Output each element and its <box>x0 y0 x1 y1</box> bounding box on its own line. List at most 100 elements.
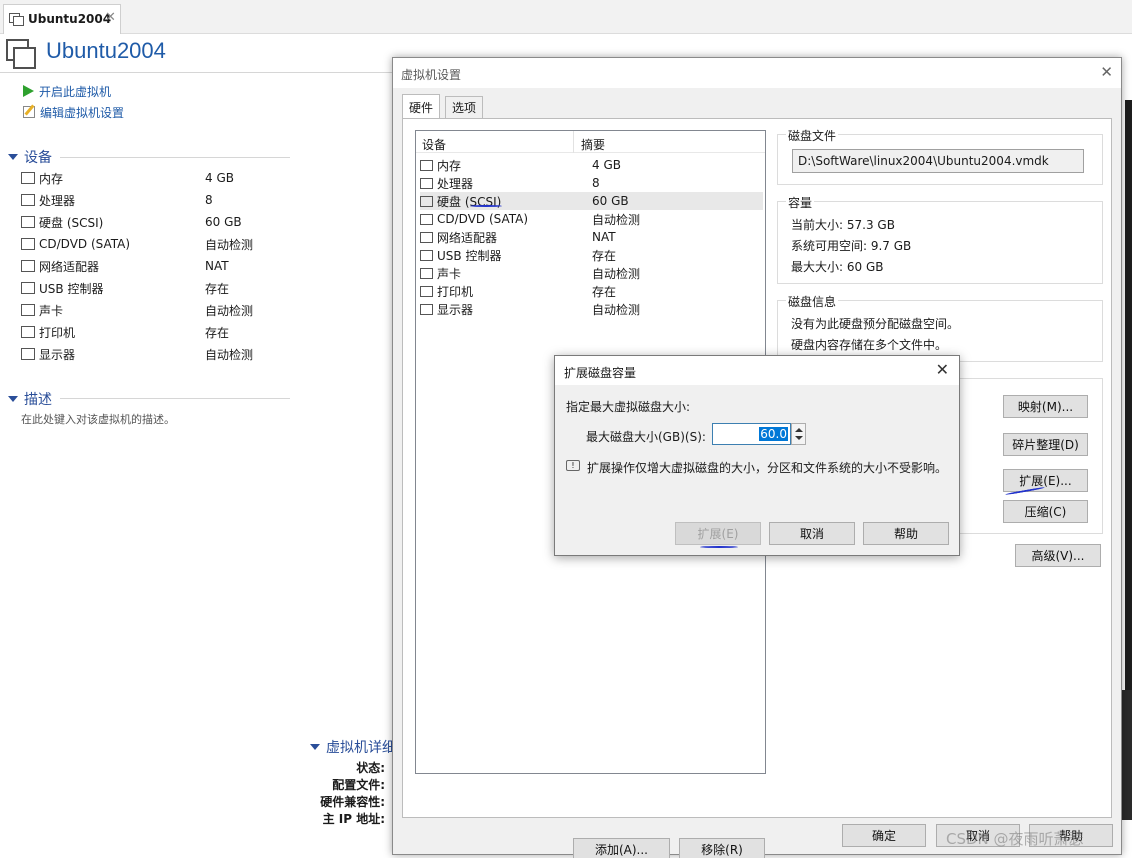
device-name: 打印机 <box>39 325 76 340</box>
details-section-header[interactable]: 虚拟机详细 <box>310 737 396 757</box>
map-button[interactable]: 映射(M)... <box>1003 395 1088 418</box>
device-row[interactable]: 网络适配器 NAT <box>21 256 291 276</box>
max-size-input[interactable]: 60.0 <box>712 423 791 445</box>
status-label: 状态: <box>356 761 385 775</box>
capacity-label: 容量 <box>786 194 815 211</box>
device-value: 自动检测 <box>205 347 254 362</box>
size-stepper[interactable] <box>791 423 806 445</box>
device-value: 自动检测 <box>205 303 254 318</box>
tab-ubuntu2004[interactable]: Ubuntu2004 ✕ <box>3 4 121 34</box>
device-name: 处理器 <box>39 193 76 208</box>
remove-hardware-button[interactable]: 移除(R) <box>679 838 765 858</box>
device-name: 网络适配器 <box>437 230 498 245</box>
device-list-row[interactable]: 处理器 8 <box>420 174 763 192</box>
watermark: CSDN @夜雨听萧瑟 <box>946 830 1084 848</box>
device-list-row[interactable]: USB 控制器 存在 <box>420 246 763 264</box>
expand-confirm-button[interactable]: 扩展(E) <box>675 522 761 545</box>
compact-button[interactable]: 压缩(C) <box>1003 500 1088 523</box>
dialog-titlebar: 虚拟机设置 ✕ <box>393 58 1121 88</box>
device-row[interactable]: 硬盘 (SCSI) 60 GB <box>21 212 291 232</box>
devices-section-header[interactable]: 设备 <box>8 147 52 167</box>
divider <box>60 398 290 399</box>
device-name: 内存 <box>437 158 462 173</box>
device-list-row[interactable]: 打印机 存在 <box>420 282 763 300</box>
close-icon[interactable]: ✕ <box>1100 63 1113 81</box>
dialog-title: 扩展磁盘容量 <box>564 366 637 380</box>
device-row[interactable]: 打印机 存在 <box>21 322 291 342</box>
device-list-header: 设备 摘要 <box>416 131 765 153</box>
device-list-row[interactable]: CD/DVD (SATA) 自动检测 <box>420 210 763 228</box>
tab-options[interactable]: 选项 <box>445 96 484 118</box>
disk-file-path[interactable]: D:\SoftWare\linux2004\Ubuntu2004.vmdk <box>792 149 1084 173</box>
device-column-header[interactable]: 设备 <box>422 136 446 153</box>
device-row[interactable]: 处理器 8 <box>21 190 291 210</box>
device-row[interactable]: USB 控制器 存在 <box>21 278 291 298</box>
device-row[interactable]: 声卡 自动检测 <box>21 300 291 320</box>
device-list-row[interactable]: 硬盘 (SCSI) 60 GB <box>420 192 763 210</box>
disk-info-label: 磁盘信息 <box>786 293 839 310</box>
cpu-icon <box>420 177 433 189</box>
description-section-header[interactable]: 描述 <box>8 389 52 409</box>
devices-section-title: 设备 <box>24 150 52 166</box>
expand-info-text: 扩展操作仅增大虚拟磁盘的大小，分区和文件系统的大小不受影响。 <box>587 461 948 475</box>
available-space: 系统可用空间: 9.7 GB <box>791 239 912 253</box>
close-icon[interactable]: ✕ <box>936 360 949 379</box>
tab-bar: Ubuntu2004 ✕ <box>0 0 1132 34</box>
device-row[interactable]: 内存 4 GB <box>21 168 291 188</box>
tab-title: Ubuntu2004 <box>28 12 112 26</box>
device-summary: 自动检测 <box>592 266 641 281</box>
edit-settings-link[interactable]: 编辑虚拟机设置 <box>23 103 124 121</box>
help-button[interactable]: 帮助 <box>863 522 949 545</box>
device-name: 硬盘 (SCSI) <box>437 194 502 209</box>
ok-button[interactable]: 确定 <box>842 824 926 847</box>
device-value: 8 <box>205 193 213 207</box>
device-list-row[interactable]: 声卡 自动检测 <box>420 264 763 282</box>
defrag-button[interactable]: 碎片整理(D) <box>1003 433 1088 456</box>
power-on-link[interactable]: 开启此虚拟机 <box>23 82 111 100</box>
chevron-down-icon[interactable] <box>795 436 803 440</box>
hard-disk-icon <box>21 216 35 228</box>
device-summary: NAT <box>592 230 616 244</box>
sound-icon <box>21 304 35 316</box>
device-name: 网络适配器 <box>39 259 100 274</box>
add-hardware-button[interactable]: 添加(A)... <box>573 838 670 858</box>
device-list-row[interactable]: 网络适配器 NAT <box>420 228 763 246</box>
usb-icon <box>420 249 433 261</box>
description-placeholder[interactable]: 在此处键入对该虚拟机的描述。 <box>21 411 175 427</box>
device-name: 硬盘 (SCSI) <box>39 215 104 230</box>
device-name: USB 控制器 <box>437 248 502 263</box>
summary-column-header[interactable]: 摘要 <box>581 136 605 153</box>
disk-info-line: 硬盘内容存储在多个文件中。 <box>791 338 948 352</box>
cpu-icon <box>21 194 35 206</box>
disk-info-line: 没有为此硬盘预分配磁盘空间。 <box>791 317 960 331</box>
advanced-button[interactable]: 高级(V)... <box>1015 544 1101 567</box>
background-window <box>1125 100 1132 690</box>
device-list-row[interactable]: 内存 4 GB <box>420 156 763 174</box>
expand-disk-dialog: 扩展磁盘容量 ✕ 指定最大虚拟磁盘大小: 最大磁盘大小(GB)(S): 60.0… <box>554 355 960 556</box>
device-summary: 8 <box>592 176 600 190</box>
tab-hardware[interactable]: 硬件 <box>402 94 441 119</box>
device-list-row[interactable]: 显示器 自动检测 <box>420 300 763 318</box>
hardware-compat-label: 硬件兼容性: <box>320 795 385 809</box>
device-name: USB 控制器 <box>39 281 104 296</box>
close-icon[interactable]: ✕ <box>105 10 116 25</box>
expand-button[interactable]: 扩展(E)... <box>1003 469 1088 492</box>
device-row[interactable]: 显示器 自动检测 <box>21 344 291 364</box>
device-summary: 4 GB <box>592 158 621 172</box>
ink-underline <box>700 546 738 548</box>
disk-info-group: 磁盘信息 没有为此硬盘预分配磁盘空间。 硬盘内容存储在多个文件中。 <box>777 293 1103 362</box>
cancel-button[interactable]: 取消 <box>769 522 855 545</box>
device-value: 4 GB <box>205 171 234 185</box>
printer-icon <box>21 326 35 338</box>
disk-file-label: 磁盘文件 <box>786 127 839 144</box>
chevron-up-icon[interactable] <box>795 428 803 432</box>
cd-dvd-icon <box>21 238 35 250</box>
device-row[interactable]: CD/DVD (SATA) 自动检测 <box>21 234 291 254</box>
device-value: NAT <box>205 259 229 273</box>
edit-icon <box>23 106 35 118</box>
device-summary: 存在 <box>592 284 617 299</box>
device-summary: 存在 <box>592 248 617 263</box>
device-name: 显示器 <box>437 302 474 317</box>
config-file-label: 配置文件: <box>332 778 385 792</box>
device-value: 60 GB <box>205 215 242 229</box>
